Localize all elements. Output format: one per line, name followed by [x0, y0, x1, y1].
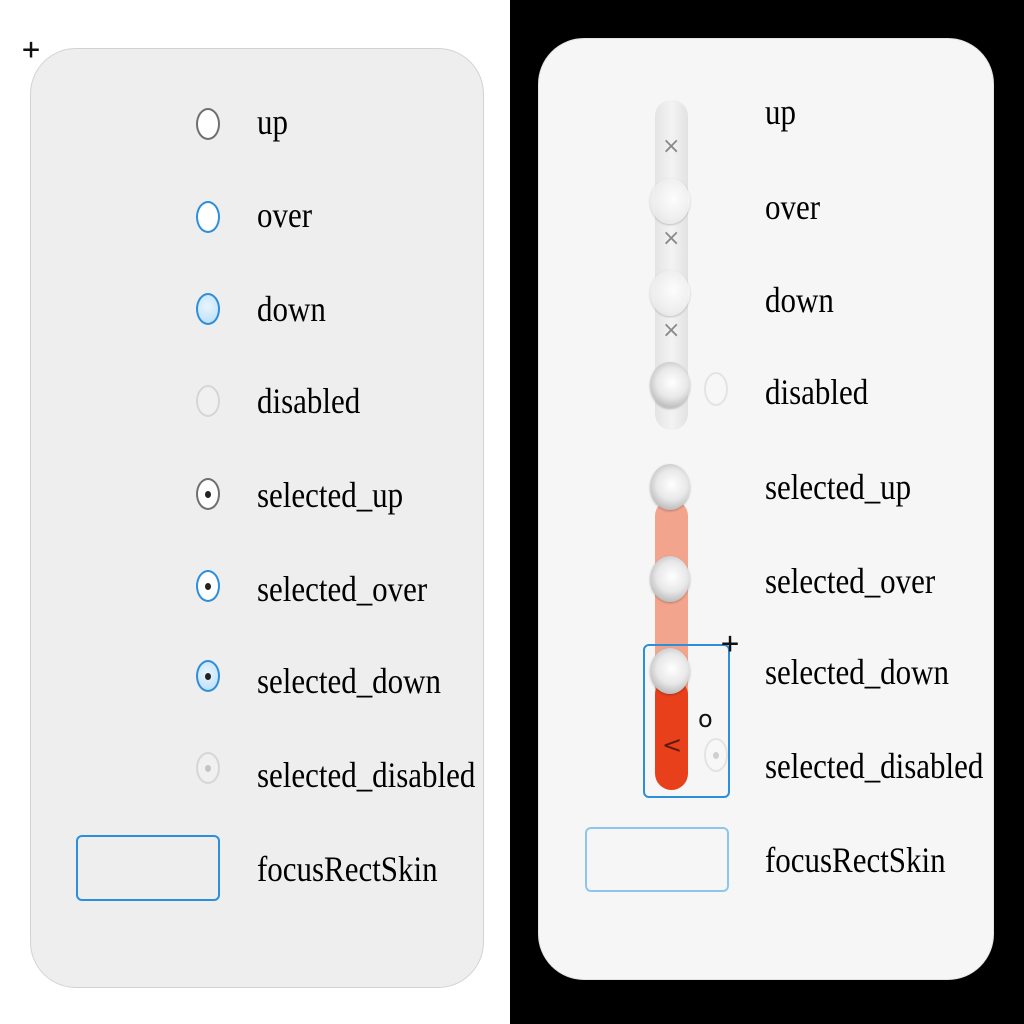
toggle-label-selected-up: selected_up — [765, 467, 912, 507]
radio-down-icon[interactable] — [196, 293, 220, 325]
toggle-label-disabled: disabled — [765, 372, 869, 412]
radio-up-icon[interactable] — [196, 108, 220, 140]
toggle-knob-selected-over-icon[interactable] — [650, 556, 690, 602]
radio-label-selected-over: selected_over — [257, 569, 428, 609]
radio-selected-up-icon[interactable] — [196, 478, 220, 510]
focus-rect-label-faded: focusRectSkin — [765, 840, 946, 880]
radio-label-down: down — [257, 289, 326, 329]
radio-dot-icon — [205, 582, 211, 590]
radio-dot-icon — [205, 764, 211, 772]
toggle-knob-over-icon[interactable] — [650, 178, 690, 224]
toggle-label-selected-over: selected_over — [765, 561, 936, 601]
radio-over-icon[interactable] — [196, 201, 220, 233]
radio-selected-down-icon[interactable] — [196, 660, 220, 692]
radio-label-selected-disabled: selected_disabled — [257, 755, 476, 795]
toggle-knob-down-icon[interactable] — [650, 270, 690, 316]
toggle-label-selected-down: selected_down — [765, 652, 949, 692]
close-icon: × — [662, 226, 681, 251]
radio-label-up: up — [257, 102, 288, 142]
radio-disabled-icon — [196, 385, 220, 417]
focus-rect-skin-faded — [585, 827, 729, 892]
selection-box — [643, 644, 730, 798]
radio-selected-over-icon[interactable] — [196, 570, 220, 602]
focus-rect-label: focusRectSkin — [257, 849, 438, 889]
toggle-label-up: up — [765, 92, 796, 132]
radio-label-selected-down: selected_down — [257, 661, 441, 701]
focus-rect-skin — [76, 835, 220, 901]
radio-label-selected-up: selected_up — [257, 475, 404, 515]
close-icon: × — [662, 318, 681, 343]
radio-label-over: over — [257, 195, 313, 235]
radio-label-disabled: disabled — [257, 381, 361, 421]
toggle-knob-selected-up-icon[interactable] — [650, 464, 690, 510]
toggle-label-down: down — [765, 280, 834, 320]
crosshair-cursor-icon: + — [22, 32, 41, 67]
radio-disabled-mini-icon — [704, 372, 728, 406]
radio-selected-disabled-icon — [196, 752, 220, 784]
toggle-label-selected-disabled: selected_disabled — [765, 746, 984, 786]
toggle-label-over: over — [765, 187, 821, 227]
radio-dot-icon — [205, 490, 211, 498]
crosshair-cursor-icon: + — [721, 626, 740, 661]
radio-dot-icon — [205, 672, 211, 680]
close-icon: × — [662, 134, 681, 159]
toggle-knob-disabled-icon — [650, 362, 690, 408]
